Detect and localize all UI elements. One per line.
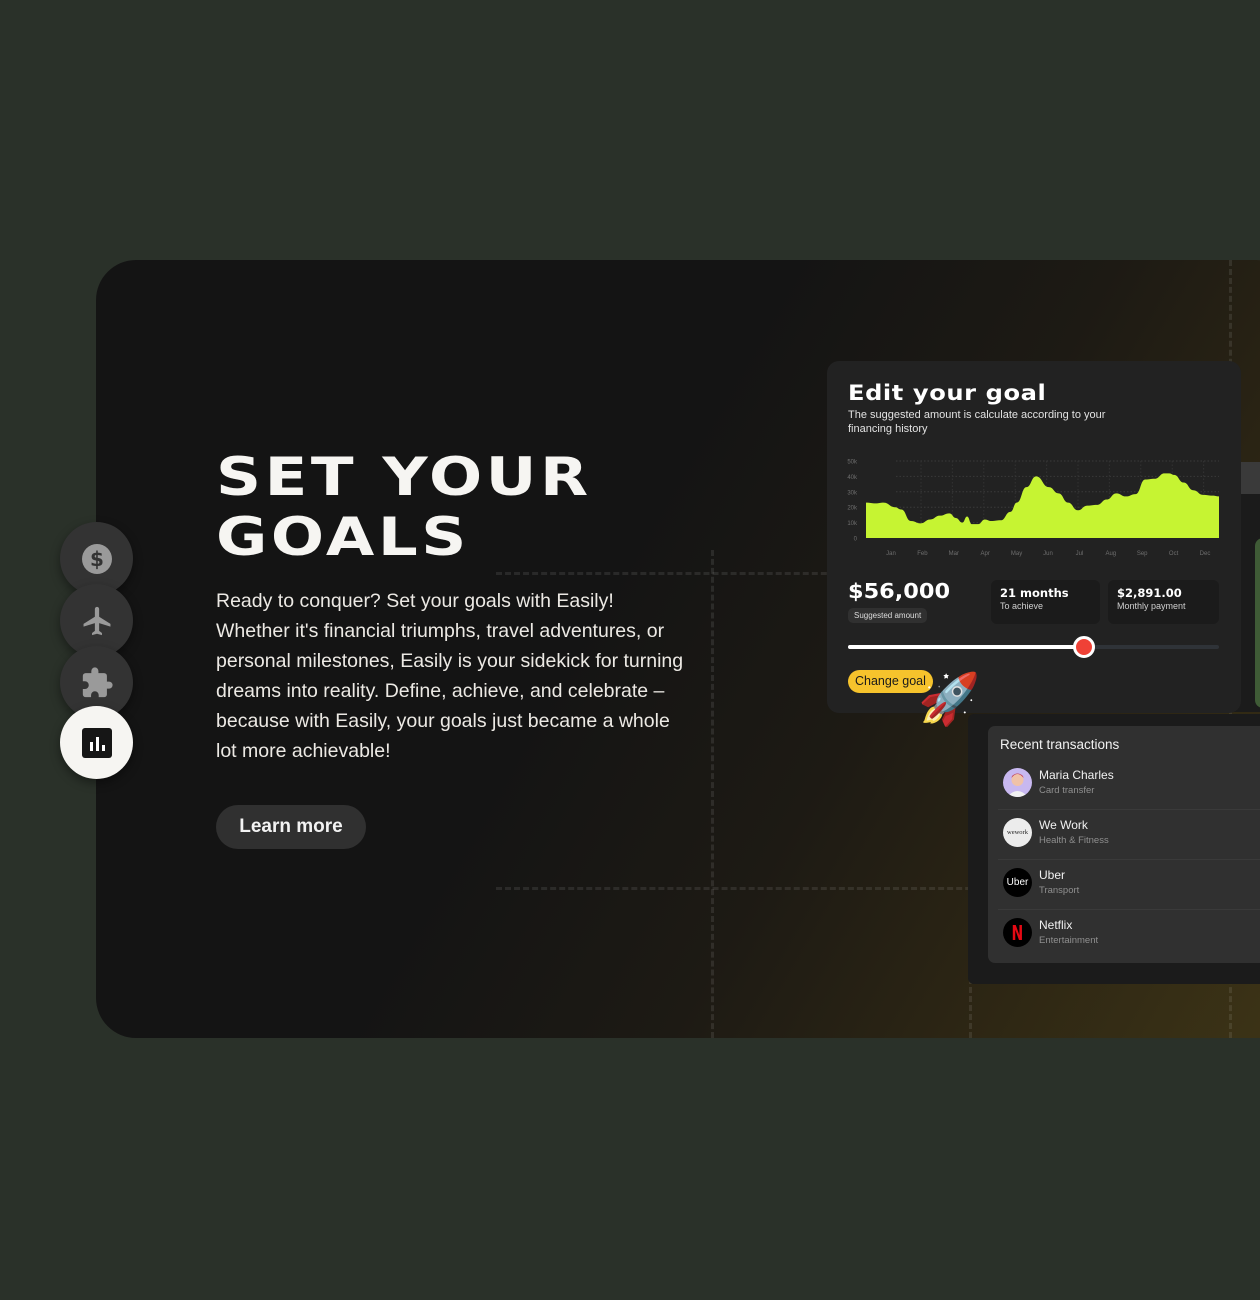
suggested-amount: $56,000 [848,579,951,603]
wework-logo-icon: wework [1003,818,1032,847]
slider-thumb[interactable] [1072,636,1095,658]
transaction-category: Health & Fitness [1039,835,1109,846]
stat-label: To achieve [1000,601,1044,611]
x-tick-label: May [1011,551,1022,557]
x-tick-label: Apr [981,551,990,557]
transaction-row[interactable]: Maria Charles Card transfer [998,760,1260,810]
panel-title: Edit your goal [848,381,1047,405]
x-tick-label: Jul [1076,551,1084,557]
background-panel-accent [1255,538,1260,708]
y-tick-label: 0 [854,537,858,543]
title-line: GOALS [216,507,470,568]
transaction-row[interactable]: wework We Work Health & Fitness [998,810,1260,860]
x-tick-label: Jan [886,551,896,557]
svg-text:$: $ [90,547,104,571]
recent-transactions-panel: Recent transactions Maria Charles Card t… [988,726,1260,963]
transactions-title: Recent transactions [1000,737,1120,752]
person-avatar [1003,768,1032,797]
dollar-icon: $ [81,543,112,574]
netflix-logo-icon: N [1003,918,1032,947]
area-series [866,473,1219,538]
transaction-row[interactable]: Uber Uber Transport [998,860,1260,910]
transaction-name: Netflix [1039,918,1073,932]
x-tick-label: Oct [1169,551,1179,557]
page-title: SET YOUR GOALS [216,448,592,568]
learn-more-button[interactable]: Learn more [216,805,366,849]
transaction-category: Card transfer [1039,785,1095,796]
hero-description: Ready to conquer? Set your goals with Ea… [216,590,684,762]
x-tick-label: Jun [1043,551,1053,557]
suggested-amount-label: Suggested amount [848,608,928,623]
bar-chart-icon [81,727,112,758]
slider-fill [848,645,1084,649]
stat-value: $2,891.00 [1117,586,1182,600]
side-nav-goals[interactable] [60,706,133,779]
stat-label: Monthly payment [1117,601,1186,611]
title-line: SET YOUR [216,447,592,508]
y-tick-label: 40k [847,475,858,481]
x-tick-label: Dec [1200,551,1211,557]
puzzle-icon [82,666,113,697]
y-tick-label: 20k [847,506,858,512]
x-tick-label: Aug [1105,551,1116,557]
stat-value: 21 months [1000,586,1069,600]
financing-chart: 50k 40k 30k 20k 10k 0 Jan Feb Mar Apr May Jun Jul Aug… [847,460,1220,557]
y-tick-label: 10k [847,521,858,527]
uber-logo-icon: Uber [1003,868,1032,897]
transaction-name: We Work [1039,818,1088,832]
transaction-name: Maria Charles [1039,768,1114,782]
transaction-name: Uber [1039,868,1066,882]
goal-slider[interactable] [848,636,1219,658]
stat-monthly-payment: $2,891.00 Monthly payment [1108,580,1219,624]
transaction-category: Entertainment [1039,935,1099,946]
transaction-row[interactable]: N Netflix Entertainment [998,910,1260,960]
transaction-category: Transport [1039,885,1080,896]
stat-duration: 21 months To achieve [991,580,1100,624]
airplane-icon [83,606,110,635]
x-tick-label: Sep [1137,551,1148,557]
x-tick-label: Mar [949,551,959,557]
y-tick-label: 50k [847,460,858,466]
y-tick-label: 30k [847,490,858,496]
panel-subtitle: The suggested amount is calculate accord… [848,409,1106,435]
grid-line [711,550,714,1038]
edit-goal-panel: Edit your goal The suggested amount is c… [827,361,1241,713]
x-tick-label: Feb [917,551,928,557]
